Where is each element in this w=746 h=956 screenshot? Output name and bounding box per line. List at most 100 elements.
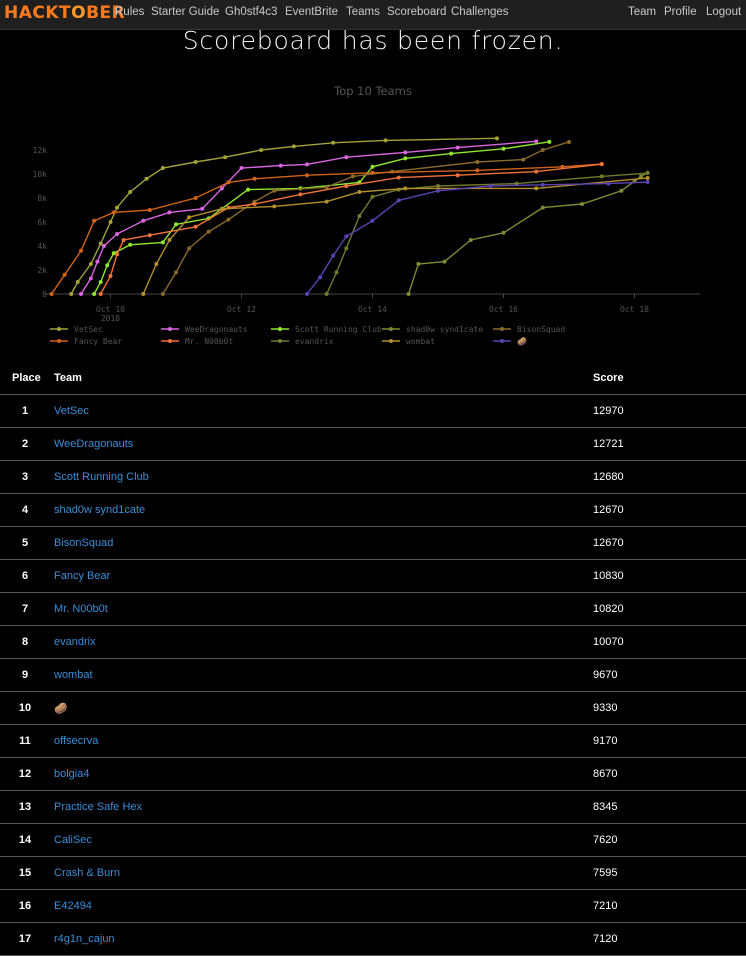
data-point[interactable] xyxy=(324,185,329,190)
data-point[interactable] xyxy=(383,138,388,143)
data-point[interactable] xyxy=(370,164,375,169)
data-point[interactable] xyxy=(403,186,408,191)
data-point[interactable] xyxy=(187,215,192,220)
data-point[interactable] xyxy=(344,234,349,239)
data-point[interactable] xyxy=(278,163,283,168)
data-point[interactable] xyxy=(475,160,480,164)
data-point[interactable] xyxy=(344,184,349,188)
data-point[interactable] xyxy=(272,188,277,193)
nav-link-team[interactable]: Team xyxy=(628,6,656,18)
data-point[interactable] xyxy=(141,292,146,296)
data-point[interactable] xyxy=(115,232,120,236)
team-link[interactable]: E42494 xyxy=(54,900,92,912)
data-point[interactable] xyxy=(95,259,100,264)
nav-link-gh0stf4c3[interactable]: Gh0stf4c3 xyxy=(225,6,277,18)
data-point[interactable] xyxy=(357,190,362,194)
data-point[interactable] xyxy=(75,280,80,284)
legend-item[interactable]: Mr. N00b0t xyxy=(161,337,233,346)
team-link[interactable]: Scott Running Club xyxy=(54,471,149,483)
data-point[interactable] xyxy=(645,180,650,185)
data-point[interactable] xyxy=(645,171,650,176)
data-point[interactable] xyxy=(128,242,133,247)
data-point[interactable] xyxy=(206,229,211,234)
data-point[interactable] xyxy=(98,241,103,246)
data-point[interactable] xyxy=(98,292,103,296)
data-point[interactable] xyxy=(141,218,146,223)
data-point[interactable] xyxy=(370,218,375,223)
data-point[interactable] xyxy=(200,206,205,211)
data-point[interactable] xyxy=(534,169,539,174)
data-point[interactable] xyxy=(521,157,526,162)
nav-link-rules[interactable]: Rules xyxy=(115,6,144,18)
nav-link-scoreboard[interactable]: Scoreboard xyxy=(387,6,446,18)
data-point[interactable] xyxy=(370,194,375,199)
data-point[interactable] xyxy=(101,244,106,248)
data-point[interactable] xyxy=(403,156,408,161)
nav-link-challenges[interactable]: Challenges xyxy=(451,6,509,18)
data-point[interactable] xyxy=(259,148,264,152)
data-point[interactable] xyxy=(115,205,120,210)
data-point[interactable] xyxy=(272,204,277,209)
data-point[interactable] xyxy=(449,151,454,156)
data-point[interactable] xyxy=(160,292,165,296)
nav-link-teams[interactable]: Teams xyxy=(346,6,380,18)
data-point[interactable] xyxy=(226,217,231,222)
data-point[interactable] xyxy=(167,210,172,215)
data-point[interactable] xyxy=(501,146,506,151)
data-point[interactable] xyxy=(108,220,113,224)
data-point[interactable] xyxy=(334,270,339,275)
team-link[interactable]: CaliSec xyxy=(54,834,92,846)
data-point[interactable] xyxy=(147,208,152,212)
data-point[interactable] xyxy=(547,139,552,144)
data-point[interactable] xyxy=(246,187,251,192)
data-point[interactable] xyxy=(350,174,355,179)
data-point[interactable] xyxy=(416,262,421,266)
data-point[interactable] xyxy=(62,272,67,277)
data-point[interactable] xyxy=(580,202,585,206)
nav-link-eventbrite[interactable]: EventBrite xyxy=(285,6,338,18)
data-point[interactable] xyxy=(468,238,473,242)
data-point[interactable] xyxy=(187,246,192,251)
team-link[interactable]: shad0w synd1cate xyxy=(54,504,145,516)
legend-item[interactable]: wombat xyxy=(382,337,435,346)
data-point[interactable] xyxy=(219,206,224,211)
data-point[interactable] xyxy=(436,184,440,188)
data-point[interactable] xyxy=(305,173,309,178)
team-link[interactable]: wombat xyxy=(54,669,93,681)
data-point[interactable] xyxy=(105,263,110,268)
data-point[interactable] xyxy=(357,214,362,218)
data-point[interactable] xyxy=(291,144,296,149)
data-point[interactable] xyxy=(193,160,198,164)
data-point[interactable] xyxy=(49,292,54,296)
data-point[interactable] xyxy=(167,238,172,242)
data-point[interactable] xyxy=(154,262,159,266)
team-link[interactable]: r4g1n_cajun xyxy=(54,933,115,945)
data-point[interactable] xyxy=(252,202,257,206)
data-point[interactable] xyxy=(406,292,411,296)
data-point[interactable] xyxy=(534,139,539,144)
data-point[interactable] xyxy=(88,262,93,266)
data-point[interactable] xyxy=(331,140,336,145)
data-point[interactable] xyxy=(599,162,604,167)
team-link[interactable]: Crash & Burn xyxy=(54,867,120,879)
data-point[interactable] xyxy=(92,292,97,296)
data-point[interactable] xyxy=(599,174,604,179)
nav-link-starter-guide[interactable]: Starter Guide xyxy=(151,6,219,18)
data-point[interactable] xyxy=(193,224,198,229)
legend-item[interactable]: Scott Running Club xyxy=(271,325,382,334)
data-point[interactable] xyxy=(298,192,303,197)
team-link[interactable]: evandrix xyxy=(54,636,96,648)
data-point[interactable] xyxy=(494,136,499,141)
data-point[interactable] xyxy=(108,274,113,278)
team-link[interactable]: 🥔 xyxy=(54,702,68,715)
data-point[interactable] xyxy=(567,139,571,144)
data-point[interactable] xyxy=(252,176,257,181)
data-point[interactable] xyxy=(540,205,545,210)
legend-item[interactable]: 🥔 xyxy=(493,336,527,346)
data-point[interactable] xyxy=(121,238,126,242)
data-point[interactable] xyxy=(344,246,349,251)
data-point[interactable] xyxy=(92,218,97,223)
legend-item[interactable]: WeeDragonauts xyxy=(161,325,248,334)
data-point[interactable] xyxy=(645,175,650,180)
data-point[interactable] xyxy=(193,196,198,200)
